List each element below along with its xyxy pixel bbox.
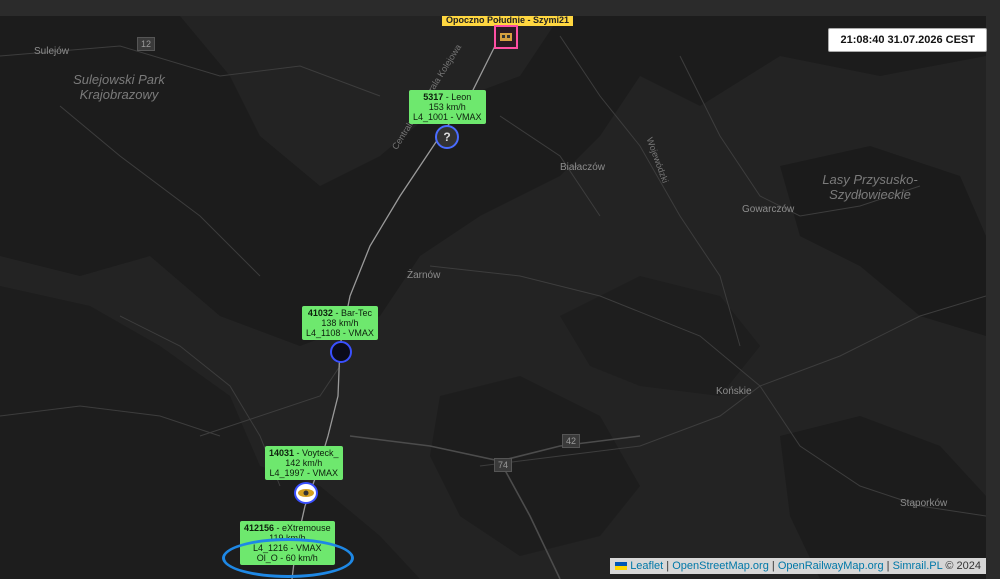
park-przysusko: Lasy Przysusko-Szydłowieckie: [822, 172, 918, 202]
winged-badge-icon[interactable]: [294, 482, 318, 504]
train-tooltip-14031: 14031 - Voyteck_ 142 km/h L4_1997 - VMAX: [265, 446, 343, 480]
simrail-link[interactable]: Simrail.PL: [893, 560, 943, 572]
leaflet-link[interactable]: Leaflet: [630, 560, 663, 572]
map-canvas[interactable]: Sulejów Białaczów Żarnów Gowarczów Końsk…: [0, 16, 986, 579]
place-konskie: Końskie: [716, 386, 752, 397]
road-shield-74: 74: [494, 458, 513, 472]
unknown-avatar-icon[interactable]: ?: [435, 125, 459, 149]
park-sulejowski: Sulejowski Park Krajobrazowy: [73, 72, 165, 102]
map-attribution: Leaflet | OpenStreetMap.org | OpenRailwa…: [610, 558, 986, 574]
train-station-icon: [500, 33, 512, 41]
highlight-ring: [222, 538, 354, 578]
orm-link[interactable]: OpenRailwayMap.org: [778, 560, 884, 572]
dark-avatar-icon[interactable]: [330, 341, 352, 363]
ukraine-flag-icon: [615, 562, 628, 570]
osm-link[interactable]: OpenStreetMap.org: [672, 560, 769, 572]
attribution-separator: |: [768, 560, 778, 572]
place-bialaczow: Białaczów: [560, 162, 606, 173]
place-staporkow: Stąporków: [900, 498, 948, 509]
road-shield-42: 42: [562, 434, 581, 448]
road-shield-12: 12: [137, 37, 156, 51]
place-gowarczow: Gowarczów: [742, 204, 795, 215]
attribution-copyright: © 2024: [942, 560, 981, 572]
train-tooltip-5317: 5317 - Leon 153 km/h L4_1001 - VMAX: [409, 90, 486, 124]
station-marker[interactable]: [494, 25, 518, 49]
place-sulejow: Sulejów: [34, 46, 70, 57]
place-zarnow: Żarnów: [407, 270, 441, 281]
attribution-separator: |: [663, 560, 673, 572]
attribution-separator: |: [883, 560, 893, 572]
clock-display: 21:08:40 31.07.2026 CEST: [828, 28, 987, 52]
train-tooltip-41032: 41032 - Bar-Tec 138 km/h L4_1108 - VMAX: [302, 306, 378, 340]
